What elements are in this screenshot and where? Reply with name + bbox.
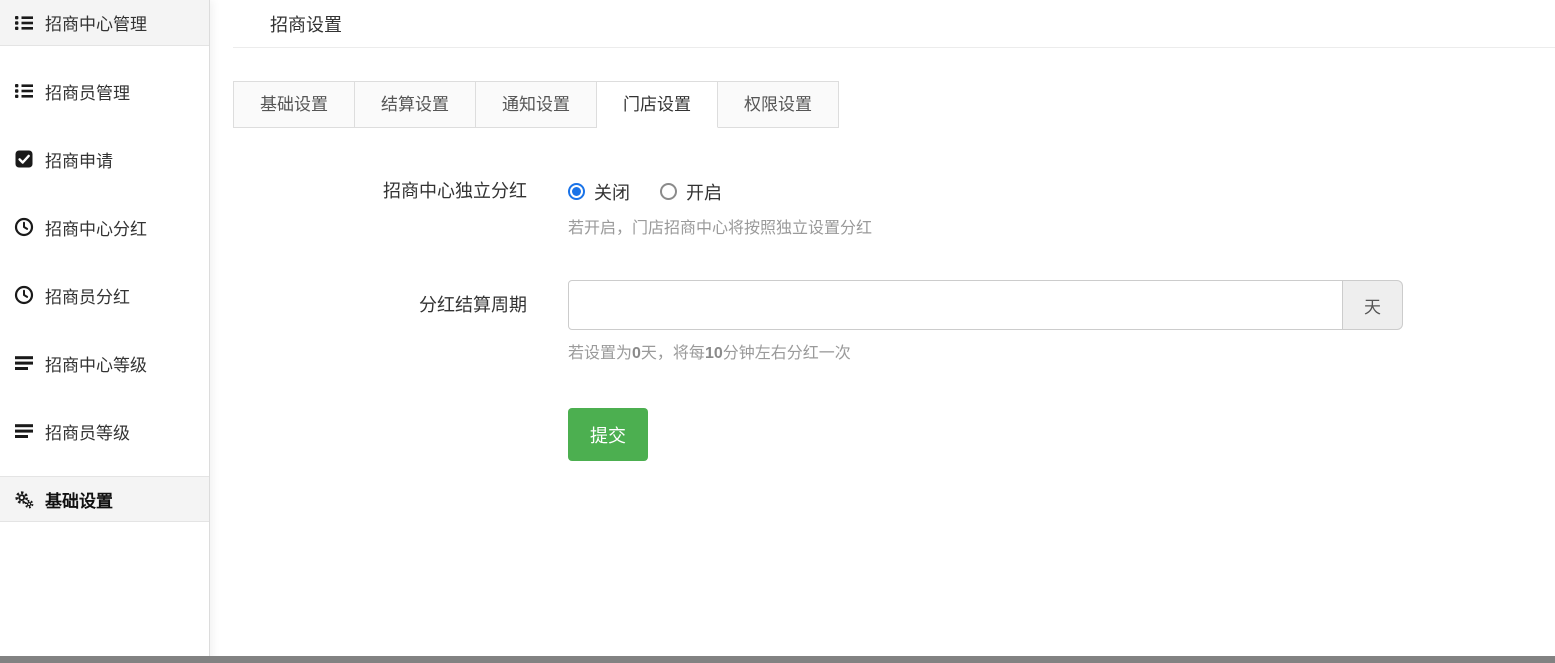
list-icon xyxy=(14,13,34,33)
sidebar-item-label: 基础设置 xyxy=(45,487,113,512)
radio-option-label: 关闭 xyxy=(594,179,630,205)
sidebar-item-staff-dividend[interactable]: 招商员分红 xyxy=(0,272,209,318)
settlement-cycle-input[interactable] xyxy=(568,280,1343,330)
sidebar-item-basic-settings[interactable]: 基础设置 xyxy=(0,476,209,522)
help-text-part: 分钟左右分红一次 xyxy=(723,345,851,362)
sidebar-item-staff-level[interactable]: 招商员等级 xyxy=(0,408,209,454)
help-text-number: 0 xyxy=(632,345,641,362)
tab-notification-settings[interactable]: 通知设置 xyxy=(476,81,597,128)
settlement-cycle-label: 分红结算周期 xyxy=(233,280,568,363)
sidebar-item-center-level[interactable]: 招商中心等级 xyxy=(0,340,209,386)
tab-permission-settings[interactable]: 权限设置 xyxy=(718,81,839,128)
settlement-cycle-input-group: 天 xyxy=(568,280,1403,330)
clock-icon xyxy=(14,217,34,237)
store-settings-form: 招商中心独立分红 关闭 开启 若开启，门店招商中心 xyxy=(233,178,1555,461)
sidebar-item-label: 招商员分红 xyxy=(45,283,130,308)
sidebar-item-center-dividend[interactable]: 招商中心分红 xyxy=(0,204,209,250)
help-text-part: 天，将每 xyxy=(641,345,705,362)
settings-panel: 基础设置 结算设置 通知设置 门店设置 权限设置 招商中心独立分红 关闭 xyxy=(233,48,1555,461)
submit-button[interactable]: 提交 xyxy=(568,408,648,461)
help-text-part: 若设置为 xyxy=(568,345,632,362)
sidebar-item-merchant-staff-management[interactable]: 招商员管理 xyxy=(0,68,209,114)
sidebar-item-label: 招商申请 xyxy=(45,147,113,172)
independent-dividend-row: 招商中心独立分红 关闭 开启 若开启，门店招商中心 xyxy=(233,178,1555,238)
sidebar-item-merchant-application[interactable]: 招商申请 xyxy=(0,136,209,182)
submit-row: 提交 xyxy=(233,408,1555,461)
independent-dividend-radio-group: 关闭 开启 xyxy=(568,178,872,205)
settlement-cycle-row: 分红结算周期 天 若设置为0天，将每10分钟左右分红一次 xyxy=(233,280,1555,363)
tab-settlement-settings[interactable]: 结算设置 xyxy=(355,81,476,128)
radio-unchecked-icon[interactable] xyxy=(660,183,677,200)
radio-option-label: 开启 xyxy=(686,179,722,205)
list-icon xyxy=(14,81,34,101)
tab-store-settings[interactable]: 门店设置 xyxy=(597,81,718,128)
sidebar-item-label: 招商中心分红 xyxy=(45,215,147,240)
main-content: 招商设置 基础设置 结算设置 通知设置 门店设置 权限设置 招商中心独立分红 xyxy=(210,0,1555,663)
independent-dividend-label: 招商中心独立分红 xyxy=(233,178,568,238)
settlement-cycle-help: 若设置为0天，将每10分钟左右分红一次 xyxy=(568,339,1403,363)
page-title: 招商设置 xyxy=(270,11,342,37)
align-left-icon xyxy=(14,421,34,441)
horizontal-scrollbar-thumb[interactable] xyxy=(0,656,1555,663)
cycle-unit-addon: 天 xyxy=(1343,280,1403,330)
app-root: 招商中心管理 招商员管理 招商申请 xyxy=(0,0,1555,663)
sidebar-item-label: 招商员等级 xyxy=(45,419,130,444)
sidebar-item-merchant-center-management[interactable]: 招商中心管理 xyxy=(0,0,209,46)
independent-dividend-help: 若开启，门店招商中心将按照独立设置分红 xyxy=(568,214,872,238)
sidebar: 招商中心管理 招商员管理 招商申请 xyxy=(0,0,210,663)
tab-basic-settings[interactable]: 基础设置 xyxy=(233,81,355,128)
settings-tabs: 基础设置 结算设置 通知设置 门店设置 权限设置 xyxy=(233,81,839,128)
radio-option-open[interactable]: 开启 xyxy=(660,179,722,205)
align-left-icon xyxy=(14,353,34,373)
radio-checked-icon[interactable] xyxy=(568,183,585,200)
clock-icon xyxy=(14,285,34,305)
radio-option-close[interactable]: 关闭 xyxy=(568,179,630,205)
help-text-number: 10 xyxy=(705,345,723,362)
sidebar-item-label: 招商中心等级 xyxy=(45,351,147,376)
page-header: 招商设置 xyxy=(233,0,1555,48)
check-square-icon xyxy=(14,149,34,169)
sidebar-item-label: 招商员管理 xyxy=(45,79,130,104)
cogs-icon xyxy=(14,489,34,509)
sidebar-item-label: 招商中心管理 xyxy=(45,10,147,35)
